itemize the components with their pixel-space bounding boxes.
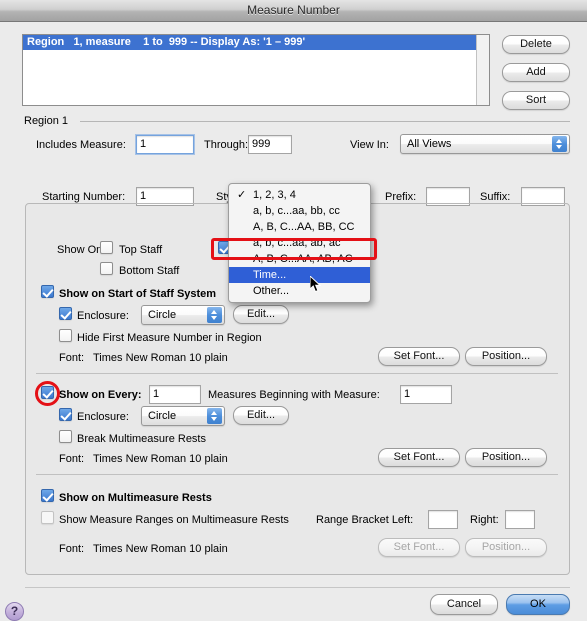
region-listbox[interactable]: Region 1, measure 1 to 999 -- Display As… [22,34,490,106]
menu-item-label: A, B, C...AA, AB, AC [253,253,353,265]
show-on-label: Show On: [57,244,106,256]
every-font-value: Times New Roman 10 plain [93,453,228,465]
show-measure-ranges-checkbox[interactable] [41,511,54,524]
starting-number-label: Starting Number: [42,191,126,203]
delete-button[interactable]: Delete [502,35,570,54]
view-in-label: View In: [350,139,389,151]
menu-item-upper-double[interactable]: A, B, C...AA, BB, CC [229,219,370,235]
measures-beginning-label: Measures Beginning with Measure: [208,389,380,401]
show-on-multimeasure-rests-checkbox[interactable] [41,489,54,502]
menu-item-label: a, b, c...aa, ab, ac [253,237,341,249]
region-section-label: Region 1 [24,115,69,127]
start-font-label: Font: [59,352,85,364]
break-multimeasure-rests-label: Break Multimeasure Rests [77,433,206,445]
hide-first-measure-number-label: Hide First Measure Number in Region [77,332,262,344]
menu-item-label: 1, 2, 3, 4 [253,189,296,201]
suffix-label: Suffix: [480,191,511,203]
footer-divider [25,587,570,588]
every-enclosure-select[interactable]: Circle [141,406,225,426]
start-enclosure-edit-button[interactable]: Edit... [233,305,289,324]
show-on-every-label: Show on Every: [59,389,142,401]
menu-item-upper-seq[interactable]: A, B, C...AA, AB, AC [229,251,370,267]
range-bracket-right-label: Right: [470,514,499,526]
range-bracket-right-input[interactable] [505,510,535,529]
menu-item-label: a, b, c...aa, bb, cc [253,205,340,217]
menu-item-numeric[interactable]: ✓ 1, 2, 3, 4 [229,187,370,203]
menu-item-label: Time... [253,269,287,281]
start-set-font-button[interactable]: Set Font... [378,347,460,366]
top-staff-checkbox[interactable] [100,241,113,254]
prefix-label: Prefix: [385,191,417,203]
hide-first-measure-number-checkbox[interactable] [59,329,72,342]
menu-item-other[interactable]: Other... [229,283,370,299]
dialog-content: Region 1, measure 1 to 999 -- Display As… [0,22,587,621]
bottom-staff-label: Bottom Staff [119,265,180,277]
window-title: Measure Number [247,3,340,17]
menu-item-lower-double[interactable]: a, b, c...aa, bb, cc [229,203,370,219]
every-enclosure-value: Circle [148,410,177,422]
every-set-font-button[interactable]: Set Font... [378,448,460,467]
chevron-updown-icon [207,408,222,424]
includes-measure-input[interactable]: 1 [135,134,195,155]
every-position-button[interactable]: Position... [465,448,547,467]
section-divider-2 [36,474,558,475]
multimeasure-font-value: Times New Roman 10 plain [93,543,228,555]
start-font-value: Times New Roman 10 plain [93,352,228,364]
every-enclosure-checkbox[interactable] [59,408,72,421]
menu-item-time[interactable]: Time... [229,267,370,283]
show-on-every-input[interactable]: 1 [149,385,201,404]
list-item[interactable]: Region 1, measure 1 to 999 -- Display As… [23,35,489,50]
view-in-select[interactable]: All Views [400,134,570,154]
menu-item-label: Other... [253,285,290,297]
menu-item-label: A, B, C...AA, BB, CC [253,221,355,233]
includes-measure-label: Includes Measure: [36,139,126,151]
every-font-label: Font: [59,453,85,465]
window-titlebar[interactable]: Measure Number [0,0,587,22]
break-multimeasure-rests-checkbox[interactable] [59,430,72,443]
chevron-updown-icon [552,136,567,152]
multimeasure-position-button[interactable]: Position... [465,538,547,557]
range-bracket-left-input[interactable] [428,510,458,529]
start-enclosure-select[interactable]: Circle [141,305,225,325]
bottom-staff-checkbox[interactable] [100,262,113,275]
start-enclosure-value: Circle [148,309,177,321]
menu-item-lower-seq[interactable]: a, b, c...aa, ab, ac [229,235,370,251]
start-enclosure-label: Enclosure: [77,310,129,322]
through-input[interactable]: 999 [248,135,292,154]
listbox-scrollbar[interactable] [476,35,489,105]
through-label: Through: [204,139,249,151]
mouse-cursor-icon [310,276,322,293]
show-on-multimeasure-rests-label: Show on Multimeasure Rests [59,492,212,504]
show-measure-ranges-label: Show Measure Ranges on Multimeasure Rest… [59,514,289,526]
chevron-updown-icon [207,307,222,323]
sort-button[interactable]: Sort [502,91,570,110]
show-on-every-checkbox[interactable] [41,386,54,399]
section-divider-1 [36,373,558,374]
multimeasure-set-font-button[interactable]: Set Font... [378,538,460,557]
start-enclosure-checkbox[interactable] [59,307,72,320]
show-on-start-of-staff-system-label: Show on Start of Staff System [59,288,217,300]
add-button[interactable]: Add [502,63,570,82]
every-enclosure-label: Enclosure: [77,411,129,423]
measures-beginning-input[interactable]: 1 [400,385,452,404]
top-staff-label: Top Staff [119,244,163,256]
start-position-button[interactable]: Position... [465,347,547,366]
region-divider [80,121,570,122]
show-on-start-of-staff-system-checkbox[interactable] [41,285,54,298]
every-enclosure-edit-button[interactable]: Edit... [233,406,289,425]
view-in-value: All Views [407,138,452,150]
checkmark-icon: ✓ [237,189,247,201]
multimeasure-font-label: Font: [59,543,85,555]
range-bracket-left-label: Range Bracket Left: [316,514,414,526]
style-dropdown-menu[interactable]: ✓ 1, 2, 3, 4 a, b, c...aa, bb, cc A, B, … [228,183,371,303]
